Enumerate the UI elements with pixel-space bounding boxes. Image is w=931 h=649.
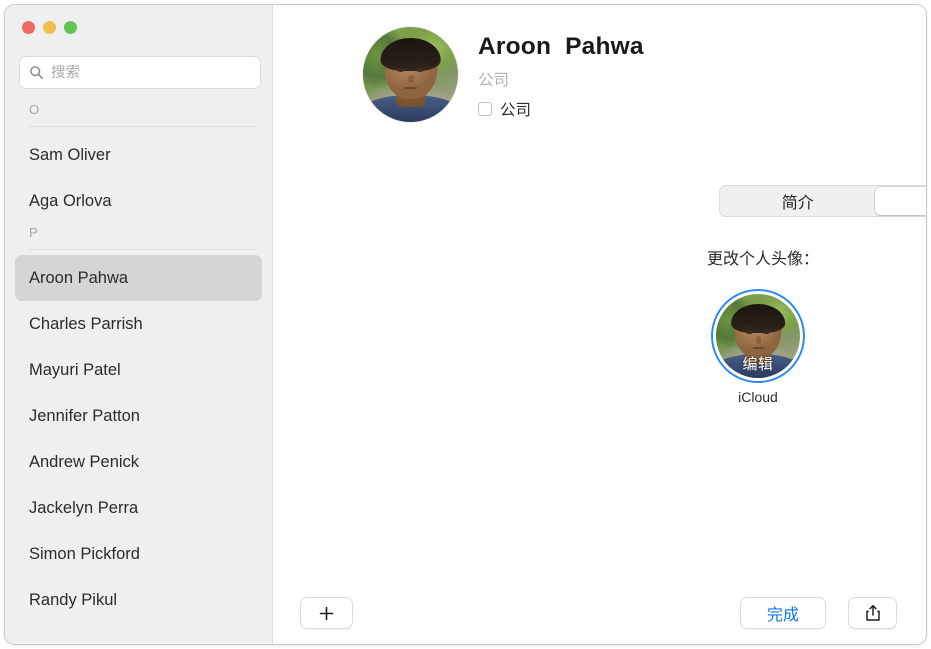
company-checkbox-label: 公司 xyxy=(500,98,531,120)
list-item[interactable]: Jackelyn Perra xyxy=(15,485,262,531)
list-item[interactable]: Jennifer Patton xyxy=(15,393,262,439)
done-button[interactable]: 完成 xyxy=(740,597,826,629)
contact-name-label: Simon Pickford xyxy=(29,545,140,564)
avatar-source-label: iCloud xyxy=(710,389,806,405)
checkbox-icon[interactable] xyxy=(478,102,492,116)
avatar[interactable] xyxy=(363,27,458,122)
list-item[interactable]: Randy Pikul xyxy=(15,577,262,623)
search-icon xyxy=(29,65,44,80)
section-header-o: O xyxy=(5,101,272,132)
contact-detail-pane: Aroon Pahwa 公司 公司 简介 图像 更改个人头像： xyxy=(273,5,926,644)
section-letter: O xyxy=(29,101,39,118)
contact-header: Aroon Pahwa 公司 公司 xyxy=(363,27,644,122)
change-avatar-label: 更改个人头像： xyxy=(707,245,819,269)
contact-name-label: Randy Pikul xyxy=(29,591,117,610)
search-input[interactable] xyxy=(51,65,251,81)
bottom-toolbar: 完成 xyxy=(273,584,926,644)
segmented-control[interactable]: 简介 图像 xyxy=(719,185,927,217)
list-item[interactable]: Simon Pickford xyxy=(15,531,262,577)
contact-list[interactable]: O Sam Oliver Aga Orlova P Aroon Pahwa Ch… xyxy=(5,101,272,644)
section-header-p: P xyxy=(5,224,272,255)
minimize-button[interactable] xyxy=(43,21,56,34)
contact-name-label: Charles Parrish xyxy=(29,315,143,334)
list-item[interactable]: Sam Oliver xyxy=(15,132,262,178)
list-item[interactable]: Andrew Penick xyxy=(15,439,262,485)
avatar-selection-ring[interactable]: 编辑 xyxy=(711,289,805,383)
close-button[interactable] xyxy=(22,21,35,34)
company-checkbox-row[interactable]: 公司 xyxy=(478,98,644,120)
contact-name-label: Andrew Penick xyxy=(29,453,139,472)
avatar-thumbnail[interactable]: 编辑 xyxy=(716,294,800,378)
maximize-button[interactable] xyxy=(64,21,77,34)
add-contact-button[interactable] xyxy=(300,597,353,629)
list-item-selected[interactable]: Aroon Pahwa xyxy=(15,255,262,301)
tab-info-label: 简介 xyxy=(782,189,814,213)
search-box[interactable] xyxy=(19,56,261,89)
contacts-window: O Sam Oliver Aga Orlova P Aroon Pahwa Ch… xyxy=(4,4,927,645)
contact-name-label: Jennifer Patton xyxy=(29,407,140,426)
contact-name-label: Aga Orlova xyxy=(29,192,112,211)
window-controls xyxy=(22,21,77,34)
tab-info[interactable]: 简介 xyxy=(721,187,875,215)
section-letter: P xyxy=(29,224,38,241)
search-field[interactable] xyxy=(19,56,261,89)
done-button-label: 完成 xyxy=(767,601,799,625)
list-item[interactable]: Mayuri Patel xyxy=(15,347,262,393)
contact-photo xyxy=(363,27,458,122)
page-title: Aroon Pahwa xyxy=(478,33,644,61)
edit-button[interactable]: 编辑 xyxy=(716,353,800,374)
list-item[interactable]: Aga Orlova xyxy=(15,178,262,224)
contact-name-label: Jackelyn Perra xyxy=(29,499,138,518)
share-icon xyxy=(864,604,882,622)
tab-image[interactable]: 图像 xyxy=(875,187,928,215)
list-item[interactable]: Charles Parrish xyxy=(15,301,262,347)
contact-name-label: Mayuri Patel xyxy=(29,361,121,380)
contact-name-label: Sam Oliver xyxy=(29,146,111,165)
plus-icon xyxy=(318,605,335,622)
avatar-option[interactable]: 编辑 iCloud xyxy=(710,289,806,405)
contact-fields: Aroon Pahwa 公司 公司 xyxy=(478,27,644,122)
sidebar: O Sam Oliver Aga Orlova P Aroon Pahwa Ch… xyxy=(5,5,273,644)
company-field[interactable]: 公司 xyxy=(478,68,644,90)
share-button[interactable] xyxy=(848,597,897,629)
contact-name-label: Aroon Pahwa xyxy=(29,269,128,288)
